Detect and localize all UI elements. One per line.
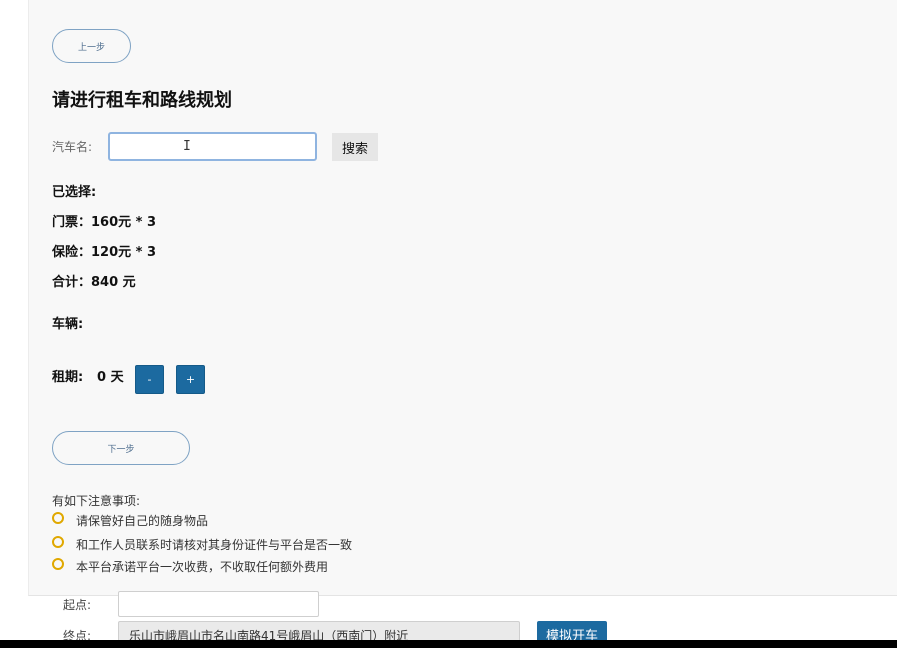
notice-item: 本平台承诺平台一次收费，不收取任何额外费用 <box>52 557 329 575</box>
car-name-input[interactable] <box>108 132 317 161</box>
ticket-price: 门票：160元 * 3 <box>52 215 157 230</box>
text-cursor-icon: I <box>183 139 191 154</box>
notice-text: 和工作人员联系时请核对其身份证件与平台是否一致 <box>76 538 353 552</box>
vehicle-label: 车辆: <box>52 317 84 332</box>
total-price: 合计：840 元 <box>52 275 136 290</box>
notice-item: 请保管好自己的随身物品 <box>52 511 209 529</box>
next-step-button[interactable]: 下一步 <box>52 431 190 465</box>
circle-bullet-icon <box>52 557 64 570</box>
rental-period-label: 租期: <box>52 370 84 385</box>
start-point-label: 起点: <box>63 598 92 612</box>
notice-item: 和工作人员联系时请核对其身份证件与平台是否一致 <box>52 535 353 553</box>
decrease-days-button[interactable]: - <box>135 365 164 394</box>
car-name-label: 汽车名: <box>52 140 93 154</box>
start-point-input[interactable] <box>118 591 319 617</box>
rental-days-value: 0 天 <box>97 370 124 385</box>
insurance-price: 保险：120元 * 3 <box>52 245 157 260</box>
notice-title: 有如下注意事项: <box>52 494 141 508</box>
notice-text: 本平台承诺平台一次收费，不收取任何额外费用 <box>76 560 329 574</box>
bottom-edge-bar <box>0 640 897 648</box>
prev-step-button[interactable]: 上一步 <box>52 29 131 63</box>
circle-bullet-icon <box>52 535 64 548</box>
circle-bullet-icon <box>52 511 64 524</box>
page-title: 请进行租车和路线规划 <box>52 90 232 111</box>
increase-days-button[interactable]: + <box>176 365 205 394</box>
selected-title: 已选择: <box>52 185 97 200</box>
search-button[interactable]: 搜索 <box>332 133 378 161</box>
notice-text: 请保管好自己的随身物品 <box>76 514 209 528</box>
